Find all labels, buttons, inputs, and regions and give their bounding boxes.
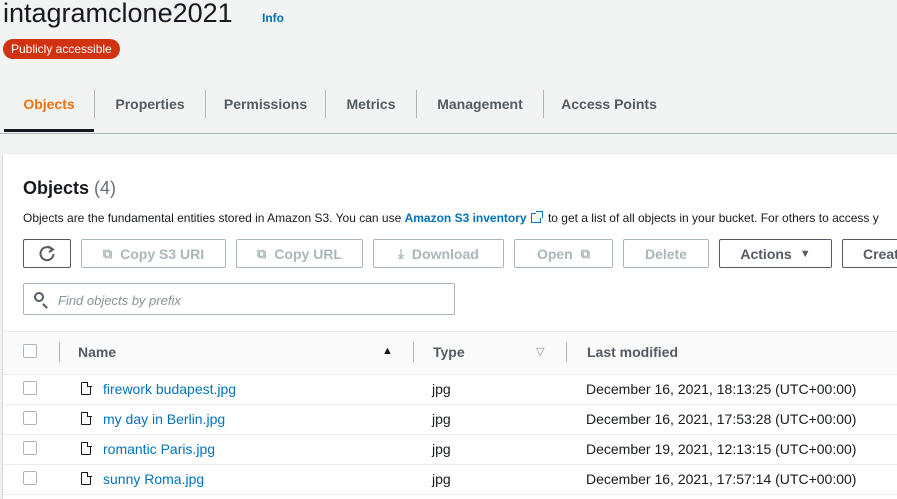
sort-ascending-icon[interactable]: ▲ bbox=[382, 345, 393, 357]
search-input[interactable] bbox=[56, 284, 450, 316]
external-link-icon bbox=[530, 211, 543, 223]
objects-heading: Objects bbox=[23, 178, 90, 198]
copy-url-button[interactable]: ⧉ Copy URL bbox=[236, 239, 363, 268]
objects-description: Objects are the fundamental entities sto… bbox=[23, 211, 879, 225]
object-name-link[interactable]: romantic Paris.jpg bbox=[103, 441, 215, 457]
create-folder-button[interactable]: Creat bbox=[842, 239, 897, 268]
refresh-icon bbox=[39, 245, 55, 261]
refresh-button[interactable] bbox=[23, 239, 71, 268]
open-button[interactable]: Open ⧉ bbox=[514, 239, 613, 268]
column-divider bbox=[413, 342, 414, 362]
delete-label: Delete bbox=[644, 245, 688, 262]
objects-count: (4) bbox=[94, 178, 117, 198]
download-button[interactable]: ⤓ Download bbox=[373, 239, 504, 268]
tab-properties[interactable]: Properties bbox=[95, 76, 205, 132]
row-checkbox[interactable] bbox=[23, 411, 37, 425]
bucket-name-title: intagramclone2021 bbox=[3, 0, 233, 28]
description-text-suffix: to get a list of all objects in your buc… bbox=[544, 211, 879, 225]
copy-s3-uri-label: Copy S3 URI bbox=[120, 245, 205, 262]
column-header-type[interactable]: Type bbox=[433, 344, 465, 360]
column-header-last-modified[interactable]: Last modified bbox=[587, 344, 678, 360]
external-link-icon: ⧉ bbox=[580, 245, 591, 261]
info-link[interactable]: Info bbox=[262, 11, 284, 25]
object-type: jpg bbox=[432, 471, 451, 487]
object-name-link[interactable]: my day in Berlin.jpg bbox=[103, 411, 225, 427]
copy-s3-uri-button[interactable]: ⧉ Copy S3 URI bbox=[81, 239, 226, 268]
create-label: Creat bbox=[863, 245, 897, 262]
object-type: jpg bbox=[432, 411, 451, 427]
row-checkbox[interactable] bbox=[23, 471, 37, 485]
search-box bbox=[23, 283, 455, 316]
object-name-link[interactable]: firework budapest.jpg bbox=[103, 381, 236, 397]
download-label: Download bbox=[411, 245, 479, 262]
row-checkbox[interactable] bbox=[23, 381, 37, 395]
s3-inventory-link[interactable]: Amazon S3 inventory bbox=[405, 211, 527, 225]
column-divider bbox=[59, 342, 60, 362]
select-all-checkbox[interactable] bbox=[23, 344, 37, 358]
sort-caret-icon[interactable]: ▽ bbox=[536, 345, 544, 358]
actions-label: Actions bbox=[740, 245, 792, 262]
active-tab-indicator bbox=[4, 129, 94, 132]
objects-panel-title: Objects (4) bbox=[23, 178, 116, 199]
object-last-modified: December 16, 2021, 17:57:14 (UTC+00:00) bbox=[586, 471, 857, 487]
tab-objects[interactable]: Objects bbox=[4, 76, 94, 132]
tab-metrics[interactable]: Metrics bbox=[326, 76, 416, 132]
file-icon bbox=[81, 381, 92, 395]
actions-dropdown[interactable]: Actions ▼ bbox=[719, 239, 832, 268]
row-checkbox[interactable] bbox=[23, 441, 37, 455]
column-divider bbox=[566, 342, 567, 362]
bucket-tabs: Objects Properties Permissions Metrics M… bbox=[0, 76, 897, 134]
open-label: Open bbox=[536, 245, 573, 262]
file-icon bbox=[81, 411, 92, 425]
object-type: jpg bbox=[432, 381, 451, 397]
object-name-link[interactable]: sunny Roma.jpg bbox=[103, 471, 204, 487]
public-access-badge: Publicly accessible bbox=[3, 39, 120, 59]
object-type: jpg bbox=[432, 441, 451, 457]
copy-url-label: Copy URL bbox=[274, 245, 342, 262]
search-icon bbox=[34, 292, 44, 302]
caret-down-icon: ▼ bbox=[799, 247, 811, 260]
copy-icon: ⧉ bbox=[102, 245, 113, 261]
column-header-name[interactable]: Name bbox=[78, 344, 116, 360]
copy-icon: ⧉ bbox=[257, 245, 267, 261]
download-icon: ⤓ bbox=[398, 245, 404, 261]
object-last-modified: December 19, 2021, 12:13:15 (UTC+00:00) bbox=[586, 441, 857, 457]
file-icon bbox=[81, 441, 92, 455]
description-text: Objects are the fundamental entities sto… bbox=[23, 211, 405, 225]
object-last-modified: December 16, 2021, 18:13:25 (UTC+00:00) bbox=[586, 381, 857, 397]
file-icon bbox=[81, 471, 92, 485]
tab-management[interactable]: Management bbox=[417, 76, 543, 132]
tab-permissions[interactable]: Permissions bbox=[206, 76, 325, 132]
tab-access-points[interactable]: Access Points bbox=[544, 76, 674, 132]
delete-button[interactable]: Delete bbox=[623, 239, 709, 268]
object-last-modified: December 16, 2021, 17:53:28 (UTC+00:00) bbox=[586, 411, 857, 427]
